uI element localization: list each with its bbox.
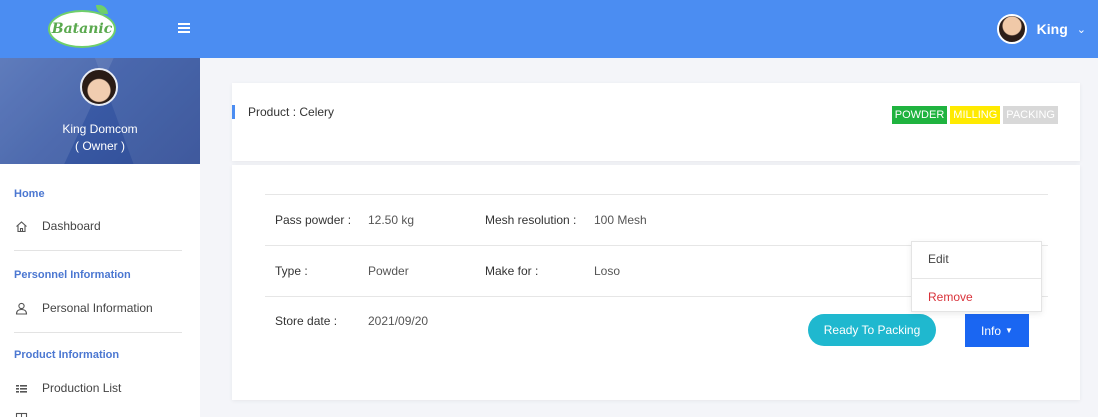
divider	[14, 332, 182, 333]
status-badges: POWDER MILLING PACKING	[891, 106, 1058, 124]
avatar	[996, 14, 1027, 44]
store-date-value: 2021/09/20	[368, 314, 429, 328]
product-title: Product : Celery	[248, 105, 335, 119]
sidebar-item-label: Dashboard	[42, 219, 101, 233]
mesh-resolution-label: Mesh resolution :	[485, 213, 577, 227]
menu-toggle-icon[interactable]	[178, 23, 190, 33]
sidebar-item-next[interactable]	[14, 408, 184, 417]
make-for-label: Make for :	[485, 264, 539, 278]
pass-powder-value: 12.50 kg	[368, 213, 415, 227]
caret-down-icon: ▼	[1005, 326, 1013, 335]
nav-section-home: Home	[14, 188, 45, 200]
menu-item-remove[interactable]: Remove	[928, 290, 973, 304]
brand-area: Batanic	[0, 0, 200, 58]
sidebar-item-personal-information[interactable]: Personal Information	[14, 298, 184, 318]
logo-text: Batanic	[51, 21, 113, 37]
top-navbar: Batanic King ⌄	[0, 0, 1098, 58]
divider	[14, 250, 182, 251]
profile-panel: King Domcom ( Owner )	[0, 58, 200, 164]
info-dropdown-menu: Edit Remove	[911, 241, 1042, 312]
status-badge-packing: PACKING	[1003, 106, 1058, 124]
grid-icon	[14, 411, 28, 417]
sidebar-item-label: Personal Information	[42, 301, 153, 315]
status-badge-milling: MILLING	[950, 106, 1001, 124]
sidebar-item-dashboard[interactable]: Dashboard	[14, 216, 184, 236]
user-icon	[14, 301, 28, 315]
profile-role: ( Owner )	[74, 139, 125, 153]
type-label: Type :	[275, 264, 308, 278]
nav-section-product: Product Information	[14, 349, 120, 361]
sidebar-item-production-list[interactable]: Production List	[14, 378, 184, 398]
info-label: Info	[981, 323, 1002, 338]
user-name: King	[1036, 21, 1068, 37]
mesh-resolution-value: 100 Mesh	[594, 213, 647, 227]
sidebar-item-label: Production List	[42, 381, 122, 395]
logo[interactable]: Batanic	[48, 5, 116, 48]
divider	[265, 194, 1048, 195]
home-icon	[14, 219, 28, 233]
chevron-down-icon: ⌄	[1076, 23, 1086, 36]
info-dropdown-button[interactable]: Info ▼	[965, 314, 1029, 347]
pass-powder-label: Pass powder :	[275, 213, 352, 227]
status-badge-powder: POWDER	[891, 106, 948, 124]
profile-name: King Domcom	[62, 122, 138, 136]
accent-bar	[232, 105, 235, 119]
profile-avatar	[80, 68, 118, 106]
user-menu[interactable]: King ⌄	[996, 12, 1086, 46]
store-date-label: Store date :	[275, 314, 338, 328]
ready-to-packing-button[interactable]: Ready To Packing	[808, 314, 936, 346]
list-icon	[14, 381, 28, 395]
sidebar: King Domcom ( Owner ) Home Dashboard Per…	[0, 58, 200, 417]
divider	[912, 278, 1041, 279]
type-value: Powder	[368, 264, 409, 278]
ready-to-packing-label: Ready To Packing	[823, 323, 921, 337]
make-for-value: Loso	[594, 264, 621, 278]
nav-section-personnel: Personnel Information	[14, 269, 131, 281]
leaf-icon	[96, 5, 108, 14]
product-header-card: Product : Celery POWDER MILLING PACKING	[232, 83, 1080, 161]
menu-item-edit[interactable]: Edit	[928, 252, 949, 266]
